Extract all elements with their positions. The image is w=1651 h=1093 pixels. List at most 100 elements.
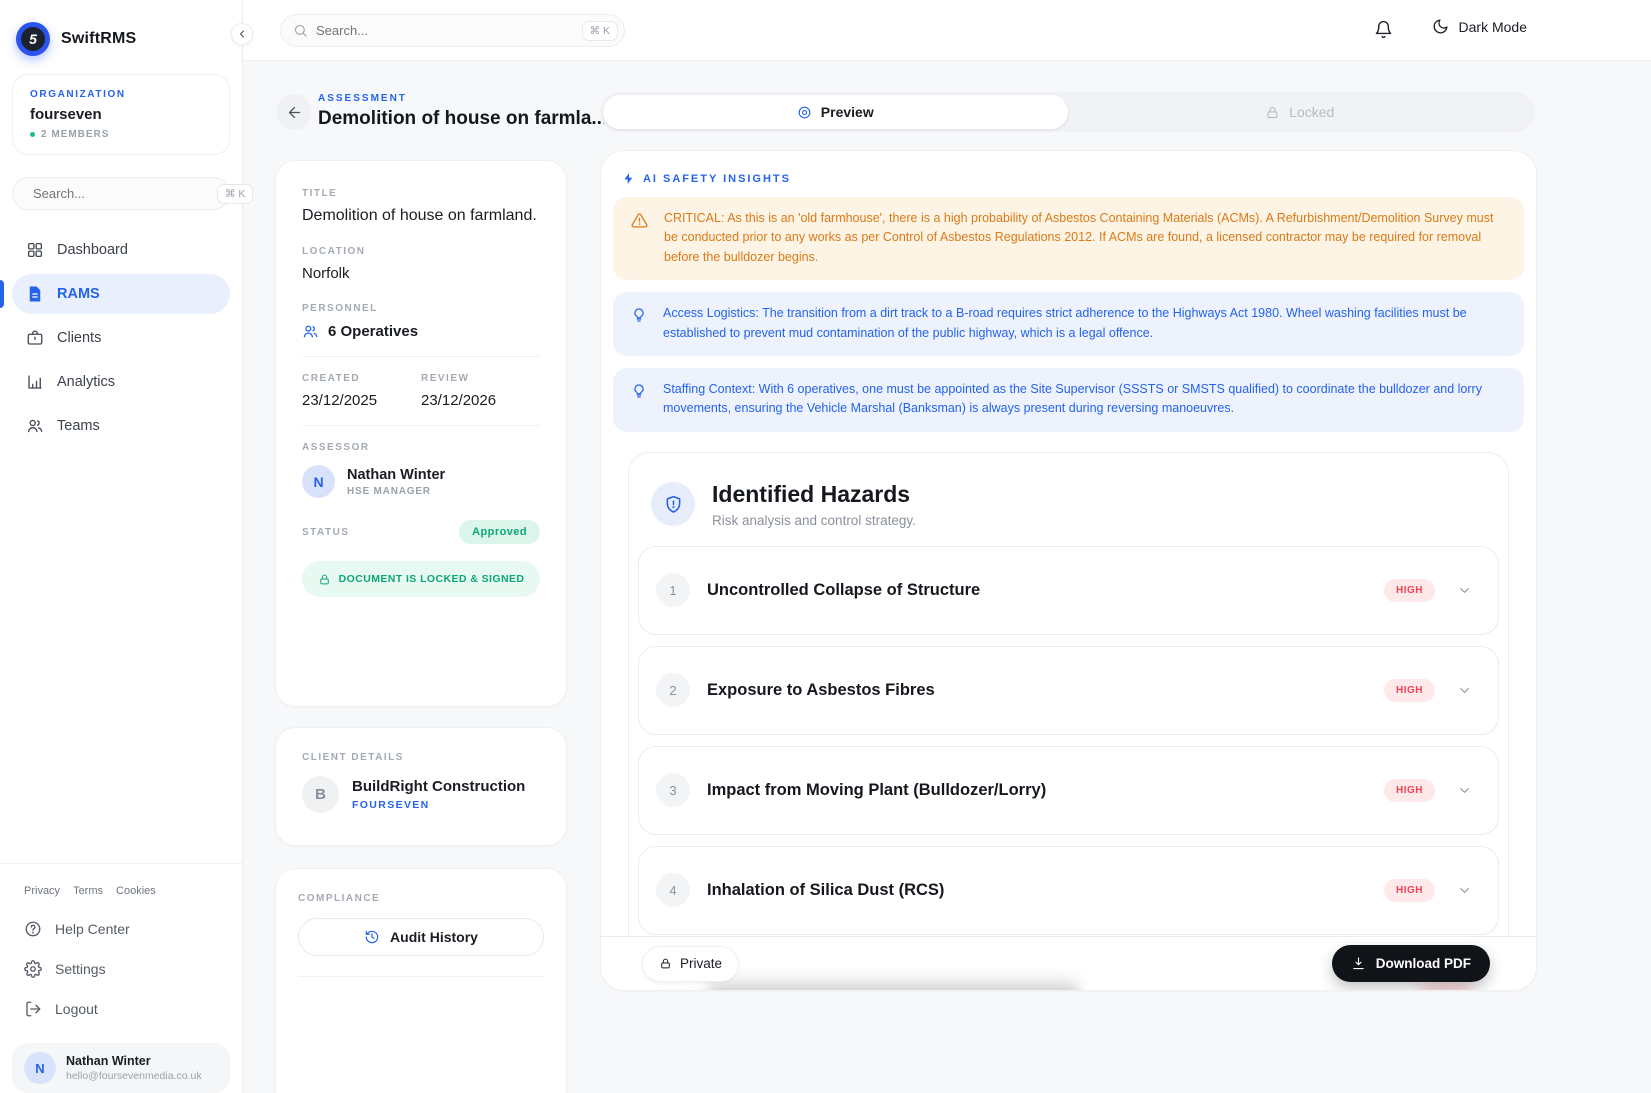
organization-label: ORGANIZATION xyxy=(30,89,212,100)
hazard-row[interactable]: 1 Uncontrolled Collapse of Structure HIG… xyxy=(638,546,1499,635)
notifications-button[interactable] xyxy=(1374,20,1393,39)
user-avatar: N xyxy=(24,1052,56,1084)
dark-mode-toggle[interactable]: Dark Mode xyxy=(1432,18,1527,35)
hazard-title: Uncontrolled Collapse of Structure xyxy=(707,581,1384,600)
help-center-item[interactable]: Help Center xyxy=(12,909,230,949)
critical-insight: CRITICAL: As this is an 'old farmhouse',… xyxy=(613,197,1524,280)
sidebar-item-clients[interactable]: Clients xyxy=(12,318,230,358)
cookies-link[interactable]: Cookies xyxy=(116,885,156,897)
current-user-card[interactable]: N Nathan Winter hello@foursevenmedia.co.… xyxy=(12,1043,230,1093)
hazards-list: 1 Uncontrolled Collapse of Structure HIG… xyxy=(629,546,1508,935)
chevron-down-icon[interactable] xyxy=(1457,883,1472,898)
hazard-title: Exposure to Asbestos Fibres xyxy=(707,681,1384,700)
shield-badge xyxy=(651,482,695,526)
app-logo-icon: 5 xyxy=(16,22,50,56)
nav-label: Clients xyxy=(57,330,101,346)
assessor-avatar: N xyxy=(302,465,335,498)
warning-triangle-icon xyxy=(631,212,648,229)
view-mode-tabs: Preview Locked xyxy=(600,92,1535,132)
sidebar-search-shortcut: ⌘ K xyxy=(217,184,253,204)
assessment-title: Demolition of house on farmla... xyxy=(318,108,607,130)
severity-badge: HIGH xyxy=(1384,779,1435,802)
util-label: Logout xyxy=(55,1001,98,1017)
global-search[interactable]: ⌘ K xyxy=(280,14,625,47)
global-search-input[interactable] xyxy=(316,23,574,38)
hazard-row[interactable]: 3 Impact from Moving Plant (Bulldozer/Lo… xyxy=(638,746,1499,835)
location-value: Norfolk xyxy=(302,265,540,282)
settings-item[interactable]: Settings xyxy=(12,949,230,989)
util-label: Settings xyxy=(55,961,106,977)
visibility-toggle[interactable]: Private xyxy=(642,946,739,982)
hazard-number: 3 xyxy=(656,773,690,807)
active-indicator xyxy=(0,280,4,308)
arrow-left-icon xyxy=(286,104,303,121)
logout-item[interactable]: Logout xyxy=(12,989,230,1029)
personnel-value: 6 Operatives xyxy=(328,323,418,340)
topbar: ⌘ K Dark Mode xyxy=(243,0,1651,61)
teams-icon xyxy=(26,417,44,435)
tab-locked[interactable]: Locked xyxy=(1068,95,1533,129)
logout-icon xyxy=(24,1000,42,1018)
hazard-row[interactable]: 4 Inhalation of Silica Dust (RCS) HIGH xyxy=(638,846,1499,935)
lock-icon xyxy=(318,573,331,586)
lock-icon xyxy=(659,957,672,970)
analytics-icon xyxy=(26,373,44,391)
chevron-down-icon[interactable] xyxy=(1457,583,1472,598)
critical-insight-text: CRITICAL: As this is an 'old farmhouse',… xyxy=(664,209,1506,267)
chevron-down-icon[interactable] xyxy=(1457,783,1472,798)
ai-insights-header: AI SAFETY INSIGHTS xyxy=(622,172,1536,185)
terms-link[interactable]: Terms xyxy=(73,885,103,897)
nav-label: Teams xyxy=(57,418,100,434)
sidebar-item-analytics[interactable]: Analytics xyxy=(12,362,230,402)
organization-members: 2 MEMBERS xyxy=(41,129,109,140)
title-value: Demolition of house on farmland. xyxy=(302,207,540,225)
online-dot xyxy=(30,132,35,137)
tab-preview[interactable]: Preview xyxy=(603,95,1068,129)
severity-badge: HIGH xyxy=(1384,879,1435,902)
shield-alert-icon xyxy=(663,494,684,515)
client-org: FOURSEVEN xyxy=(352,799,525,811)
chevron-down-icon[interactable] xyxy=(1457,683,1472,698)
user-email: hello@foursevenmedia.co.uk xyxy=(66,1070,202,1082)
sidebar-search[interactable]: ⌘ K xyxy=(12,177,230,210)
organization-card[interactable]: ORGANIZATION fourseven 2 MEMBERS xyxy=(12,74,230,155)
locked-signed-banner: DOCUMENT IS LOCKED & SIGNED xyxy=(302,561,540,597)
sidebar-item-teams[interactable]: Teams xyxy=(12,406,230,446)
audit-history-button[interactable]: Audit History xyxy=(298,918,544,956)
insight-note-text: Staffing Context: With 6 operatives, one… xyxy=(663,380,1506,419)
lock-icon xyxy=(1265,105,1280,120)
personnel-label: PERSONNEL xyxy=(302,303,540,314)
sidebar-collapse-button[interactable] xyxy=(231,23,253,45)
privacy-link[interactable]: Privacy xyxy=(24,885,60,897)
dark-mode-label: Dark Mode xyxy=(1459,19,1527,35)
app-logo: 5 SwiftRMS xyxy=(0,0,242,74)
location-label: LOCATION xyxy=(302,246,540,257)
utility-nav: Help Center Settings Logout xyxy=(0,901,242,1037)
sidebar-search-input[interactable] xyxy=(33,186,209,201)
client-avatar: B xyxy=(302,776,339,813)
download-pdf-button[interactable]: Download PDF xyxy=(1332,945,1490,982)
content-area: ASSESSMENT Demolition of house on farmla… xyxy=(243,61,1651,1093)
client-details-label: CLIENT DETAILS xyxy=(302,752,540,763)
util-label: Help Center xyxy=(55,921,130,937)
chevron-left-icon xyxy=(236,28,248,40)
assessor-label: ASSESSOR xyxy=(302,442,540,453)
back-button[interactable] xyxy=(276,94,312,130)
divider xyxy=(302,356,540,357)
help-icon xyxy=(24,920,42,938)
severity-badge: HIGH xyxy=(1384,579,1435,602)
history-icon xyxy=(364,929,380,945)
insight-note: Staffing Context: With 6 operatives, one… xyxy=(613,368,1524,432)
hazard-row[interactable]: 2 Exposure to Asbestos Fibres HIGH xyxy=(638,646,1499,735)
sidebar-item-dashboard[interactable]: Dashboard xyxy=(12,230,230,270)
identified-hazards-section: Identified Hazards Risk analysis and con… xyxy=(628,452,1509,991)
lightbulb-icon xyxy=(631,307,647,323)
hazard-title: Impact from Moving Plant (Bulldozer/Lorr… xyxy=(707,781,1384,800)
bell-icon xyxy=(1374,20,1393,39)
download-icon xyxy=(1351,956,1366,971)
sidebar-item-rams[interactable]: RAMS xyxy=(12,274,230,314)
nav-label: Dashboard xyxy=(57,242,128,258)
created-value: 23/12/2025 xyxy=(302,392,421,409)
insight-notes: Access Logistics: The transition from a … xyxy=(601,292,1536,432)
insight-note: Access Logistics: The transition from a … xyxy=(613,292,1524,356)
